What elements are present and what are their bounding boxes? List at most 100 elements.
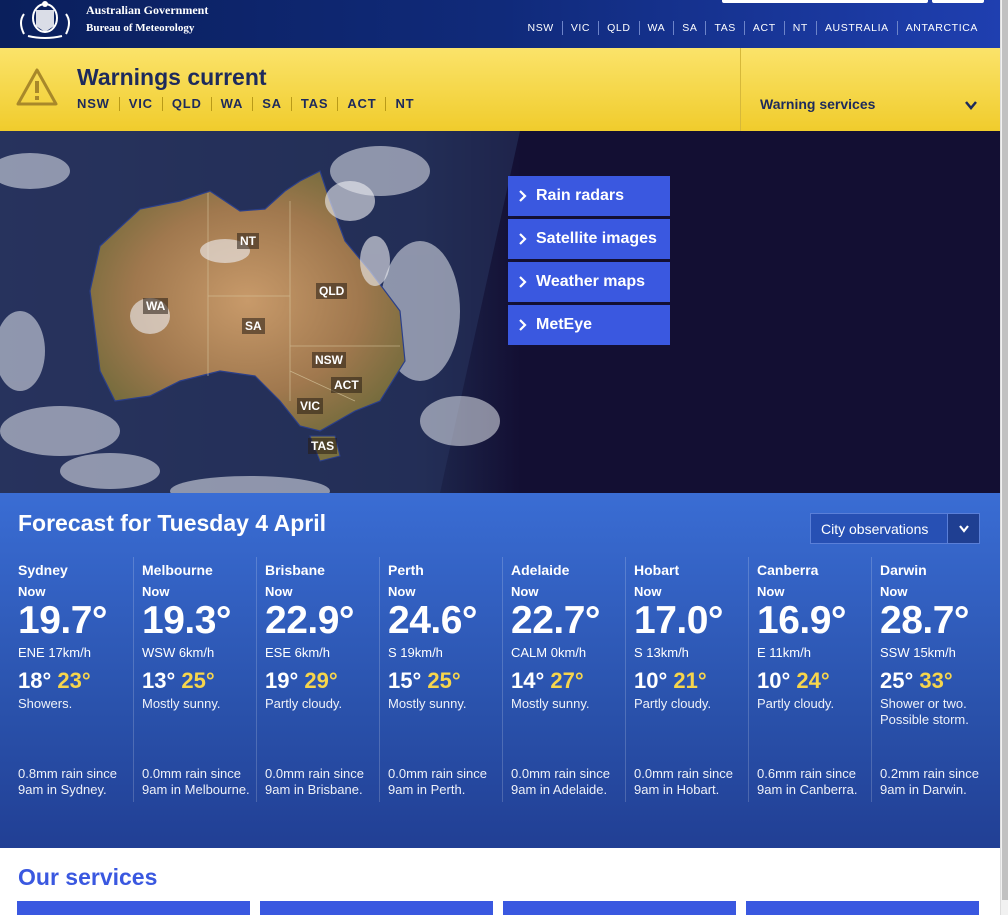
map-label-sa[interactable]: SA — [242, 318, 265, 334]
city-card-adelaide[interactable]: Adelaide Now 22.7° CALM 0km/h 14° 27° Mo… — [502, 557, 625, 802]
nav-link-nsw[interactable]: NSW — [520, 21, 562, 35]
map-label-qld[interactable]: QLD — [316, 283, 348, 299]
max-temp: 27° — [550, 668, 584, 693]
city-observations-select[interactable]: City observations — [810, 513, 980, 544]
now-label: Now — [634, 584, 662, 599]
forecast-description: Partly cloudy. — [757, 696, 835, 711]
city-card-brisbane[interactable]: Brisbane Now 22.9° ESE 6km/h 19° 29° Par… — [256, 557, 379, 802]
weather-maps-link[interactable]: Weather maps — [508, 262, 670, 302]
map-label-act[interactable]: ACT — [331, 377, 362, 393]
weather-maps-label: Weather maps — [536, 273, 646, 290]
search-input[interactable] — [722, 0, 928, 3]
city-card-sydney[interactable]: Sydney Now 19.7° ENE 17km/h 18° 23° Show… — [10, 557, 133, 802]
city-name: Sydney — [18, 562, 68, 578]
nav-link-tas[interactable]: TAS — [705, 21, 743, 35]
warning-triangle-icon — [16, 68, 58, 106]
search-button[interactable] — [932, 0, 984, 3]
warning-services-toggle[interactable]: Warning services — [760, 96, 875, 112]
nav-link-act[interactable]: ACT — [743, 21, 784, 35]
city-name: Brisbane — [265, 562, 325, 578]
nav-link-wa[interactable]: WA — [638, 21, 674, 35]
temp-range: 14° 27° — [511, 668, 625, 694]
city-card-darwin[interactable]: Darwin Now 28.7° SSW 15km/h 25° 33° Show… — [871, 557, 994, 802]
city-card-perth[interactable]: Perth Now 24.6° S 19km/h 15° 25° Mostly … — [379, 557, 502, 802]
wind: CALM 0km/h — [511, 645, 587, 660]
coat-of-arms-icon[interactable] — [14, 0, 76, 40]
service-tile-2[interactable] — [260, 901, 493, 915]
forecast-description: Mostly sunny. — [511, 696, 590, 711]
now-label: Now — [18, 584, 46, 599]
warnings-title[interactable]: Warnings current — [77, 64, 267, 91]
forecast-description: Mostly sunny. — [388, 696, 467, 711]
now-label: Now — [880, 584, 908, 599]
max-temp: 25° — [181, 668, 215, 693]
wind: E 11km/h — [757, 645, 811, 660]
nav-link-qld[interactable]: QLD — [598, 21, 638, 35]
wind: SSW 15km/h — [880, 645, 956, 660]
rain-since-9am: 0.0mm rain since 9am in Melbourne. — [142, 766, 250, 797]
city-card-canberra[interactable]: Canberra Now 16.9° E 11km/h 10° 24° Part… — [748, 557, 871, 802]
service-tile-3[interactable] — [503, 901, 736, 915]
max-temp: 29° — [304, 668, 338, 693]
services-section: Our services — [0, 848, 1000, 915]
map-label-nt[interactable]: NT — [237, 233, 259, 249]
nav-link-antarctica[interactable]: ANTARCTICA — [896, 21, 986, 35]
city-name: Darwin — [880, 562, 927, 578]
temp-range: 13° 25° — [142, 668, 256, 694]
warning-link-act[interactable]: ACT — [337, 97, 385, 111]
service-tile-4[interactable] — [746, 901, 979, 915]
rain-radars-link[interactable]: Rain radars — [508, 176, 670, 216]
rain-since-9am: 0.8mm rain since 9am in Sydney. — [18, 766, 117, 797]
chevron-down-icon[interactable] — [964, 98, 978, 112]
site-header: Australian Government Bureau of Meteorol… — [0, 0, 1000, 48]
service-tile-1[interactable] — [17, 901, 250, 915]
map-label-vic[interactable]: VIC — [297, 398, 324, 414]
warning-link-tas[interactable]: TAS — [290, 97, 337, 111]
current-temp: 19.3° — [142, 599, 232, 642]
wind: S 13km/h — [634, 645, 689, 660]
current-temp: 17.0° — [634, 599, 724, 642]
city-name: Adelaide — [511, 562, 570, 578]
select-toggle-button[interactable] — [947, 514, 979, 543]
min-temp: 15° — [388, 668, 422, 693]
now-label: Now — [142, 584, 170, 599]
min-temp: 10° — [634, 668, 668, 693]
nav-link-australia[interactable]: AUSTRALIA — [815, 21, 897, 35]
min-temp: 19° — [265, 668, 299, 693]
warning-link-nsw[interactable]: NSW — [77, 97, 119, 111]
warning-link-nt[interactable]: NT — [385, 97, 423, 111]
warnings-state-links: NSW VIC QLD WA SA TAS ACT NT — [77, 97, 423, 111]
meteye-link[interactable]: MetEye — [508, 305, 670, 345]
nav-link-nt[interactable]: NT — [783, 21, 816, 35]
map-label-wa[interactable]: WA — [143, 298, 169, 314]
services-title: Our services — [18, 864, 158, 890]
nav-link-sa[interactable]: SA — [673, 21, 705, 35]
warning-link-sa[interactable]: SA — [252, 97, 291, 111]
australia-satellite-map[interactable] — [0, 131, 520, 493]
temp-range: 25° 33° — [880, 668, 994, 694]
chevron-right-icon — [519, 276, 527, 288]
city-card-melbourne[interactable]: Melbourne Now 19.3° WSW 6km/h 13° 25° Mo… — [133, 557, 256, 802]
state-nav: NSW VIC QLD WA SA TAS ACT NT AUSTRALIA A… — [520, 21, 986, 35]
current-temp: 22.9° — [265, 599, 355, 642]
map-label-nsw[interactable]: NSW — [312, 352, 346, 368]
warning-link-wa[interactable]: WA — [210, 97, 253, 111]
max-temp: 25° — [427, 668, 461, 693]
current-temp: 19.7° — [18, 599, 108, 642]
now-label: Now — [757, 584, 785, 599]
city-name: Hobart — [634, 562, 680, 578]
temp-range: 10° 24° — [757, 668, 871, 694]
nav-link-vic[interactable]: VIC — [561, 21, 598, 35]
current-temp: 24.6° — [388, 599, 478, 642]
max-temp: 24° — [796, 668, 830, 693]
satellite-images-link[interactable]: Satellite images — [508, 219, 670, 259]
city-card-hobart[interactable]: Hobart Now 17.0° S 13km/h 10° 21° Partly… — [625, 557, 748, 802]
warning-link-vic[interactable]: VIC — [118, 97, 162, 111]
warning-link-qld[interactable]: QLD — [161, 97, 211, 111]
max-temp: 21° — [673, 668, 707, 693]
map-label-tas[interactable]: TAS — [308, 438, 338, 454]
scrollbar-thumb[interactable] — [1002, 0, 1008, 900]
wind: ENE 17km/h — [18, 645, 91, 660]
chevron-right-icon — [519, 233, 527, 245]
vertical-scrollbar[interactable] — [1000, 0, 1008, 915]
